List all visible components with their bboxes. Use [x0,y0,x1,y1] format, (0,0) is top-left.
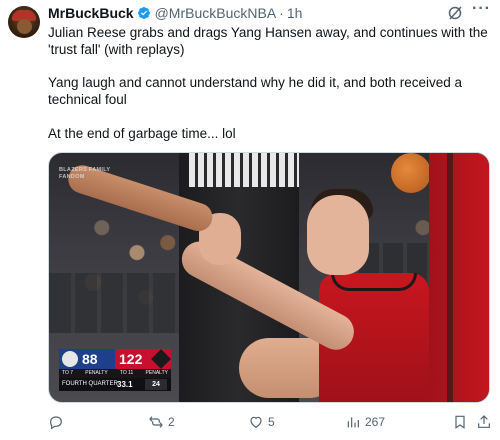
basketball [391,153,431,193]
bookmark-icon [455,415,465,429]
bookmark-button[interactable] [452,412,468,432]
retweet-count: 2 [168,415,175,429]
away-timeouts: TO 7 [62,370,74,376]
verified-badge-icon [137,7,150,19]
tweet-text-paragraph-3: At the end of garbage time... lol [48,126,236,141]
away-score: 88 [82,351,98,367]
share-icon [478,415,490,428]
views-button[interactable]: 267 [345,412,385,432]
views-chart-icon [347,417,359,428]
avatar-face [17,19,32,34]
like-button[interactable]: 5 [248,412,275,432]
home-timeouts: TO 11 [119,370,134,376]
scorebug-clock-row: FOURTH QUARTER 33.1 24 [59,378,171,391]
view-count: 267 [365,415,386,429]
tweet-header: MrBuckBuck @MrBuckBuckNBA · 1h [48,5,302,21]
grok-icon[interactable] [447,5,463,21]
tweet-actions-bar: 2 5 267 [48,412,490,432]
quarter-label: FOURTH QUARTER [62,381,118,387]
shot-clock: 24 [145,379,167,390]
broadcast-watermark: BLAZERS FAMILY FANDOM [59,167,111,180]
home-penalty: PENALTY [145,370,168,376]
away-penalty: PENALTY [85,370,108,376]
home-team-logo-icon [151,349,171,369]
player-head [307,195,369,275]
tweet-text-paragraph-1: Julian Reese grabs and drags Yang Hansen… [48,25,488,57]
display-name[interactable]: MrBuckBuck [48,5,134,21]
retweet-button[interactable]: 2 [148,412,175,432]
player-right-jersey [429,153,489,402]
scorebug-status-row: TO 7 PENALTY TO 11 PENALTY [59,369,171,378]
away-team-panel: 88 [59,349,115,369]
tweet-video[interactable]: BLAZERS FAMILY FANDOM 88 122 TO 7 PENALT… [48,152,490,403]
reply-icon [50,416,62,430]
game-clock: 33.1 [117,380,133,389]
timestamp[interactable]: 1h [287,5,303,21]
share-button[interactable] [476,412,492,432]
user-handle[interactable]: @MrBuckBuckNBA [155,5,277,21]
like-count: 5 [268,415,275,429]
separator-dot: · [279,5,284,21]
tweet-avatar[interactable] [8,6,40,38]
more-options-icon[interactable]: ··· [472,1,490,21]
scorebug: 88 122 TO 7 PENALTY TO 11 PENALTY FOURTH… [59,349,171,393]
home-score: 122 [119,351,143,367]
tweet-text-paragraph-2: Yang laugh and cannot understand why he … [48,75,463,107]
retweet-icon [149,416,163,428]
away-team-logo-icon [62,351,78,367]
reply-button[interactable] [48,412,68,432]
home-team-panel: 122 [115,349,171,369]
scorebug-scores: 88 122 [59,349,171,369]
referee-shirt [189,153,299,187]
heart-icon [250,416,262,429]
